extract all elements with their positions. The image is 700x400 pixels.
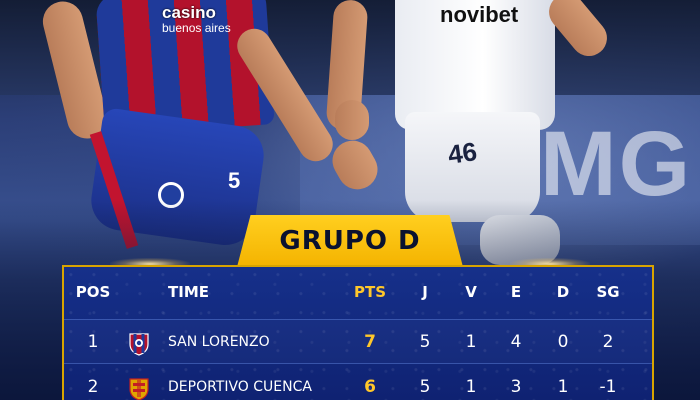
right-player-number: 46 — [445, 136, 479, 170]
row-d: 1 — [557, 377, 569, 397]
row-e: 4 — [510, 332, 522, 352]
row-team: DEPORTIVO CUENCA — [168, 379, 312, 395]
row-pos: 2 — [87, 377, 99, 397]
header-d: D — [556, 283, 570, 301]
header-team: TIME — [168, 283, 209, 301]
table-row: 2 DEPORTIVO CUENCA 6 5 1 3 1 -1 — [64, 365, 652, 400]
row-v: 1 — [465, 332, 477, 352]
row-pts: 7 — [364, 332, 376, 352]
row-team: SAN LORENZO — [168, 334, 270, 350]
header-v: V — [465, 283, 477, 301]
row-pts: 6 — [364, 377, 376, 397]
group-banner: GRUPO D — [237, 215, 463, 267]
row-j: 5 — [419, 332, 431, 352]
left-player-sponsor-subtitle: buenos aires — [162, 21, 231, 35]
header-pts: PTS — [353, 283, 387, 301]
row-e: 3 — [510, 377, 522, 397]
row-j: 5 — [419, 377, 431, 397]
right-player-hand — [335, 100, 369, 140]
row-sg: -1 — [599, 377, 617, 397]
header-j: J — [422, 283, 428, 301]
group-title: GRUPO D — [279, 226, 421, 256]
row-d: 0 — [557, 332, 569, 352]
left-player-sponsor: casino — [162, 3, 216, 22]
row-sg: 2 — [602, 332, 614, 352]
right-player-sponsor: novibet — [440, 2, 519, 27]
table-header-row: POS TIME PTS J V E D SG — [64, 270, 652, 315]
san-lorenzo-crest-icon — [129, 333, 149, 356]
table-row: 1 SAN LORENZO 7 5 1 4 0 2 — [64, 319, 652, 364]
left-player-number: 5 — [228, 168, 241, 193]
header-sg: SG — [596, 283, 620, 301]
row-pos: 1 — [87, 332, 99, 352]
header-pos: POS — [75, 283, 111, 301]
standings-table: POS TIME PTS J V E D SG 1 SAN LORENZO 7 … — [62, 265, 654, 400]
header-e: E — [510, 283, 522, 301]
row-v: 1 — [465, 377, 477, 397]
deportivo-cuenca-crest-icon — [129, 378, 149, 400]
